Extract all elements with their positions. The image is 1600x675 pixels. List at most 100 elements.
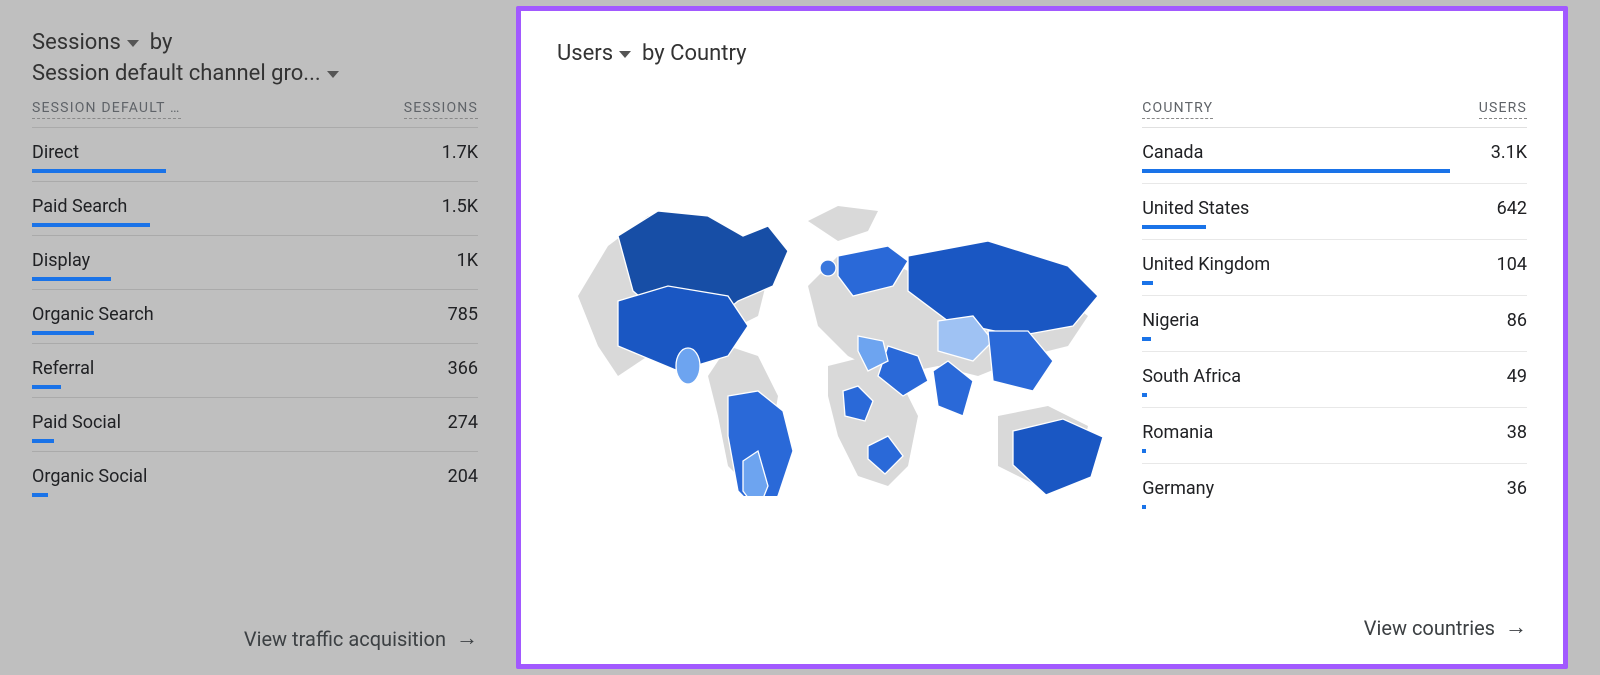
bar-track	[32, 169, 478, 173]
table-row[interactable]: United States 642	[1142, 184, 1527, 240]
table-body: Canada 3.1K United States 642 United Kingdom…	[1142, 128, 1527, 519]
col-dimension[interactable]: SESSION DEFAULT …	[32, 100, 181, 119]
row-label: Direct	[32, 142, 79, 163]
row-value: 1K	[457, 250, 478, 271]
title-by: by Country	[642, 41, 747, 66]
row-value: 1.5K	[442, 196, 478, 217]
bar-track	[1142, 449, 1527, 453]
view-link-label: View traffic acquisition	[244, 627, 446, 651]
map-uk[interactable]	[820, 260, 836, 276]
chevron-down-icon	[619, 51, 631, 58]
card-title: Users by Country	[557, 39, 1527, 70]
bar-fill	[1142, 169, 1450, 173]
card-title: Sessions by Session default channel gro.…	[32, 28, 478, 90]
bar-fill	[1142, 281, 1152, 285]
bar-track	[1142, 505, 1527, 509]
table-row[interactable]: Canada 3.1K	[1142, 128, 1527, 184]
table-body: Direct 1.7K Paid Search 1.5K Display 1K Organi…	[32, 128, 478, 497]
bar-fill	[32, 493, 48, 497]
table-row[interactable]: Organic Social 204	[32, 452, 478, 497]
table-row[interactable]: Display 1K	[32, 236, 478, 290]
dimension-dropdown[interactable]: Session default channel gro...	[32, 59, 339, 90]
table-header: COUNTRY USERS	[1142, 100, 1527, 128]
bar-track	[32, 277, 478, 281]
card-body: COUNTRY USERS Canada 3.1K United States 642…	[557, 76, 1527, 596]
row-value: 274	[448, 412, 478, 433]
row-value: 86	[1507, 310, 1527, 331]
row-label: Referral	[32, 358, 94, 379]
bar-fill	[1142, 337, 1151, 341]
row-value: 204	[448, 466, 478, 487]
bar-fill	[32, 439, 54, 443]
row-label: United States	[1142, 198, 1249, 219]
row-label: Organic Search	[32, 304, 154, 325]
bar-fill	[32, 169, 166, 173]
bar-fill	[1142, 505, 1146, 509]
chevron-down-icon	[327, 71, 339, 78]
table-row[interactable]: Organic Search 785	[32, 290, 478, 344]
row-value: 104	[1497, 254, 1527, 275]
dimension-label: Session default channel gro...	[32, 59, 321, 90]
metric-label: Sessions	[32, 28, 121, 59]
metric-dropdown[interactable]: Sessions	[32, 28, 139, 59]
country-table: COUNTRY USERS Canada 3.1K United States 642…	[1142, 76, 1527, 596]
row-value: 366	[448, 358, 478, 379]
metric-dropdown[interactable]: Users	[557, 39, 631, 70]
bar-track	[32, 331, 478, 335]
row-label: Paid Social	[32, 412, 121, 433]
row-value: 3.1K	[1491, 142, 1527, 163]
table-row[interactable]: Referral 366	[32, 344, 478, 398]
col-metric[interactable]: SESSIONS	[404, 100, 478, 119]
bar-track	[1142, 393, 1527, 397]
bar-track	[32, 223, 478, 227]
table-row[interactable]: Paid Social 274	[32, 398, 478, 452]
map-australia[interactable]	[1013, 419, 1103, 495]
row-label: Organic Social	[32, 466, 147, 487]
table-row[interactable]: South Africa49	[1142, 352, 1527, 408]
table-row[interactable]: Paid Search 1.5K	[32, 182, 478, 236]
row-label: Nigeria	[1142, 310, 1199, 331]
row-label: Canada	[1142, 142, 1203, 163]
arrow-right-icon: →	[1505, 617, 1527, 639]
bar-track	[1142, 337, 1527, 341]
sessions-by-channel-card: Sessions by Session default channel gro.…	[0, 0, 510, 675]
title-by: by	[150, 30, 173, 55]
row-label: Display	[32, 250, 90, 271]
world-choropleth-map[interactable]	[557, 76, 1118, 596]
map-mexico[interactable]	[676, 348, 700, 384]
view-traffic-acquisition-button[interactable]: View traffic acquisition →	[32, 607, 478, 651]
row-label: United Kingdom	[1142, 254, 1270, 275]
row-value: 785	[448, 304, 478, 325]
bar-fill	[32, 385, 61, 389]
table-row[interactable]: Germany 36	[1142, 464, 1527, 509]
row-label: Romania	[1142, 422, 1213, 443]
row-value: 1.7K	[442, 142, 478, 163]
row-label: Paid Search	[32, 196, 127, 217]
bar-fill	[1142, 225, 1206, 229]
table-header: SESSION DEFAULT … SESSIONS	[32, 100, 478, 128]
table-row[interactable]: Romania 38	[1142, 408, 1527, 464]
chevron-down-icon	[127, 40, 139, 47]
bar-track	[1142, 281, 1527, 285]
bar-track	[1142, 169, 1527, 173]
row-label: Germany	[1142, 478, 1214, 499]
world-map-svg	[558, 176, 1118, 496]
view-countries-button[interactable]: View countries →	[557, 596, 1527, 640]
row-value: 642	[1497, 198, 1527, 219]
bar-fill	[32, 331, 94, 335]
metric-label: Users	[557, 39, 613, 70]
bar-track	[32, 385, 478, 389]
row-value: 38	[1507, 422, 1527, 443]
table-row[interactable]: Nigeria 86	[1142, 296, 1527, 352]
table-row[interactable]: United Kingdom 104	[1142, 240, 1527, 296]
bar-track	[32, 439, 478, 443]
users-by-country-card: Users by Country	[516, 6, 1568, 669]
bar-fill	[1142, 449, 1146, 453]
bar-fill	[32, 277, 111, 281]
col-dimension[interactable]: COUNTRY	[1142, 100, 1213, 119]
bar-track	[32, 493, 478, 497]
col-metric[interactable]: USERS	[1479, 100, 1527, 119]
view-link-label: View countries	[1364, 616, 1495, 640]
row-value: 36	[1507, 478, 1527, 499]
table-row[interactable]: Direct 1.7K	[32, 128, 478, 182]
